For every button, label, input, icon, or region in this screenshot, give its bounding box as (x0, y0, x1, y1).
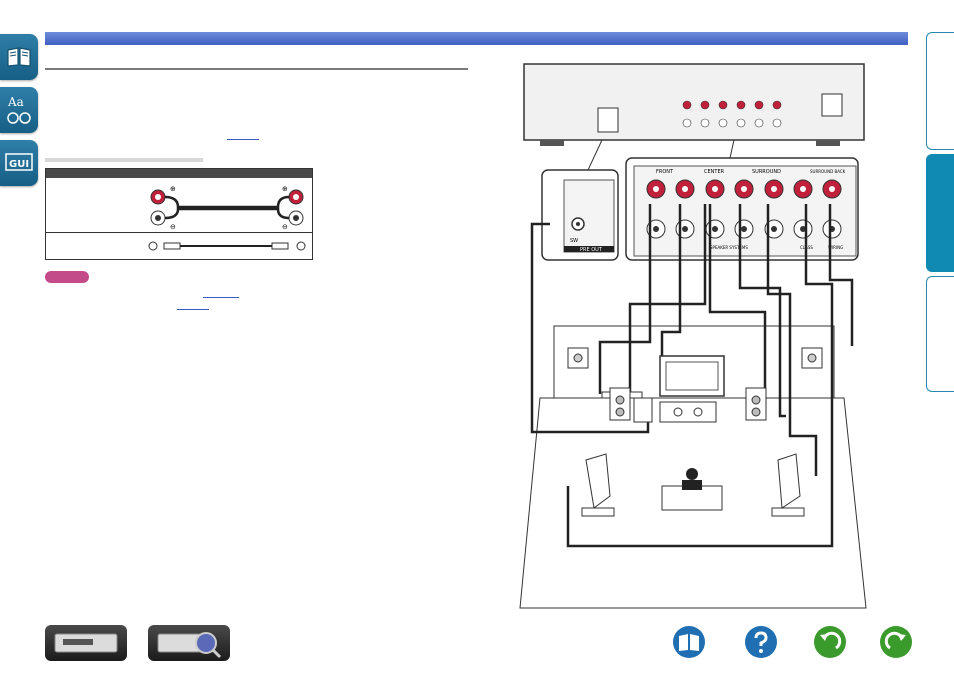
note-link-2[interactable] (177, 309, 209, 310)
front-panel-button[interactable] (45, 625, 127, 661)
contents-tab[interactable] (0, 34, 38, 80)
subsection-bar (45, 158, 203, 162)
gui-icon: GUI (5, 153, 33, 171)
back-button[interactable] (814, 626, 846, 658)
right-tab-bottom[interactable] (926, 276, 954, 392)
cable-illustration: ⊕ ⊕ ⊖ ⊖ (148, 185, 306, 251)
section-header-bar (45, 32, 908, 45)
center-label: CENTER (704, 169, 725, 175)
surround-label: SURROUND (752, 169, 781, 175)
surround-back-label: SURROUND BACK (810, 169, 846, 174)
right-tab-current[interactable] (926, 154, 954, 272)
front-label: FRONT (656, 169, 674, 175)
help-button[interactable] (745, 626, 777, 658)
page-link[interactable] (227, 139, 259, 140)
sw-label: SW (570, 238, 578, 244)
undo-arrow-icon (820, 631, 842, 650)
right-tab-top[interactable] (926, 32, 954, 150)
index-tab[interactable]: Aa (0, 87, 38, 133)
rear-panel-button[interactable] (148, 625, 230, 661)
note-link-1[interactable] (203, 297, 239, 298)
speaker-connection-diagram: SW PRE OUT FRONT CENTER SURROUND SURROUN… (519, 63, 867, 609)
index-tab-label: Aa (7, 95, 24, 109)
gui-tab-label: GUI (9, 159, 29, 170)
gui-tab[interactable]: GUI (0, 140, 38, 186)
book-button[interactable] (673, 626, 705, 658)
cable-table: ⊕ ⊕ ⊖ ⊖ (45, 168, 313, 260)
title-rule (45, 68, 468, 70)
preout-label: PRE OUT (580, 247, 603, 253)
open-book-icon (679, 634, 699, 651)
receiver-zoom-icon (157, 632, 222, 659)
redo-arrow-icon (884, 631, 906, 650)
note-badge (45, 271, 89, 283)
svg-text:⊖: ⊖ (282, 223, 288, 231)
receiver-front-icon (54, 633, 118, 653)
book-icon (7, 47, 31, 67)
forward-button[interactable] (880, 626, 912, 658)
svg-text:⊖: ⊖ (170, 223, 176, 231)
receiver-rear-panel (523, 63, 865, 141)
question-icon (754, 631, 768, 653)
svg-text:⊕: ⊕ (282, 185, 288, 193)
speaker-systems-label: SPEAKER SYSTEMS (710, 245, 748, 250)
svg-text:⊕: ⊕ (170, 185, 176, 193)
font-speaker-icon: Aa (7, 95, 31, 124)
